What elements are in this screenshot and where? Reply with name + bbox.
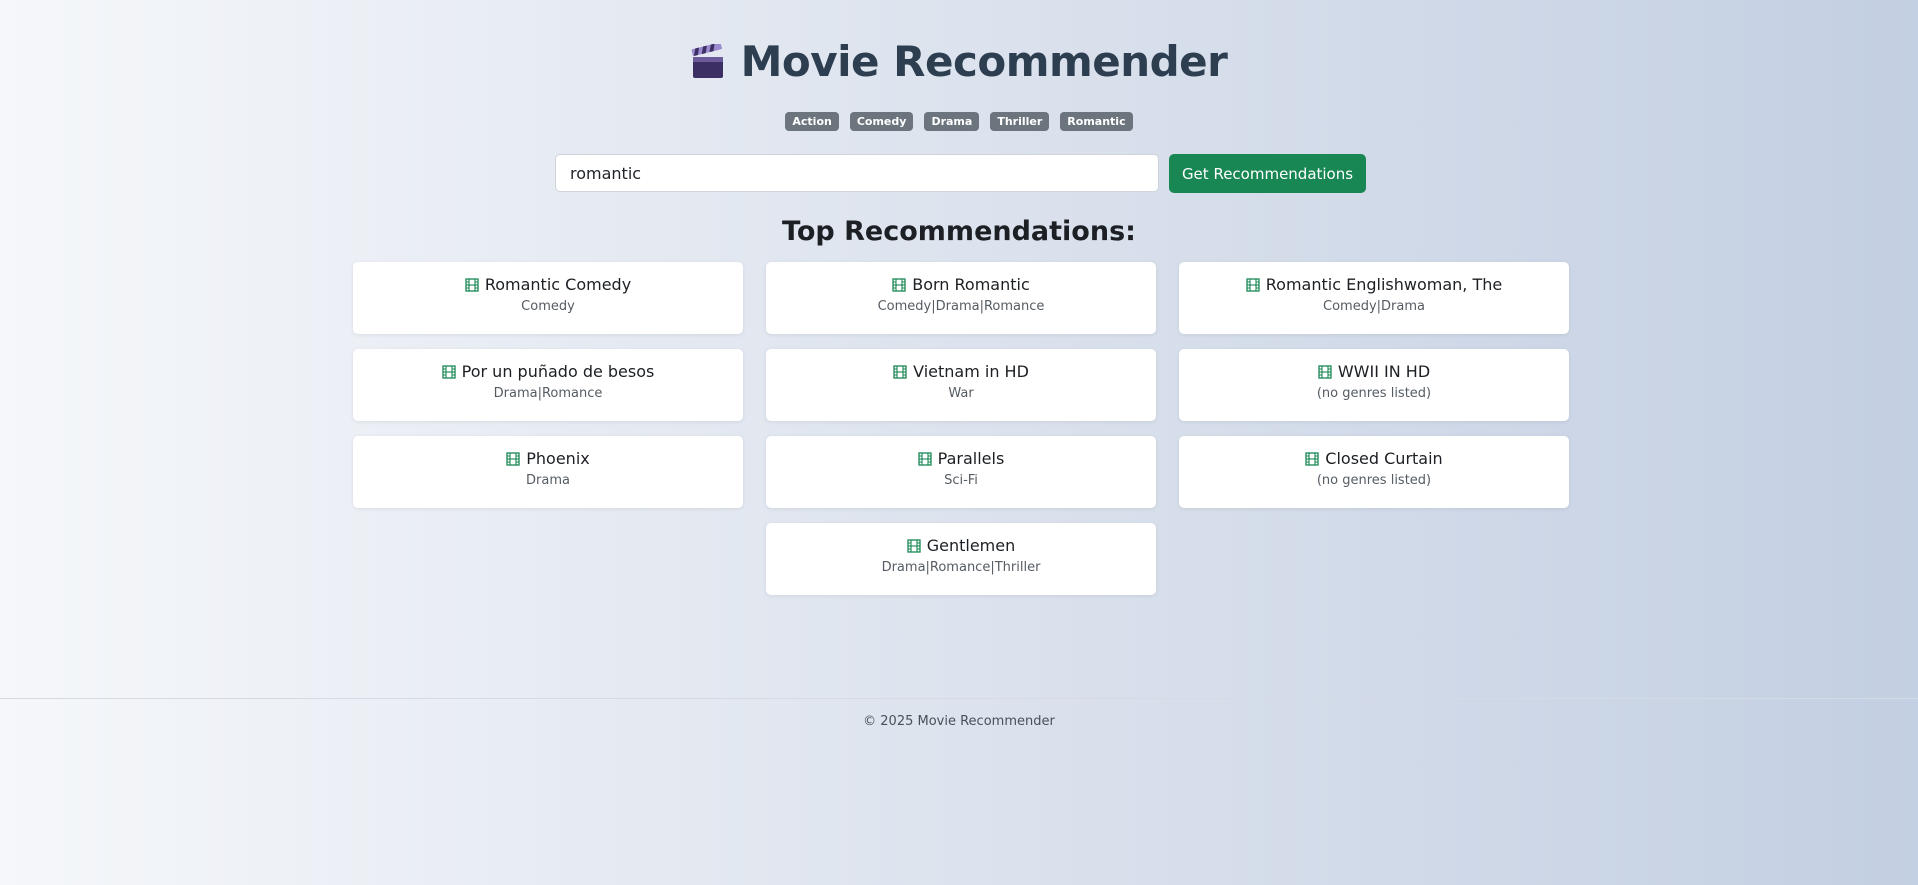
tag-comedy[interactable]: Comedy	[849, 112, 914, 131]
recommendations-heading: Top Recommendations:	[782, 216, 1136, 247]
movie-card[interactable]: Phoenix Drama	[353, 436, 743, 508]
movie-title-row: Born Romantic	[892, 274, 1030, 296]
movie-card[interactable]: Gentlemen Drama|Romance|Thriller	[766, 523, 1156, 595]
movie-genres: Comedy|Drama|Romance	[877, 299, 1045, 314]
movie-genres: Comedy	[521, 299, 575, 314]
movie-card[interactable]: Por un puñado de besos Drama|Romance	[353, 349, 743, 421]
movie-title-row: Gentlemen	[907, 535, 1016, 557]
footer-copyright: © 2025 Movie Recommender	[863, 714, 1055, 729]
search-form: Get Recommendations	[555, 154, 1366, 193]
tag-romantic[interactable]: Romantic	[1060, 112, 1133, 131]
movie-title: Romantic Comedy	[484, 275, 632, 294]
movie-title: Parallels	[937, 449, 1005, 468]
movie-title-row: Romantic Comedy	[465, 274, 631, 296]
film-icon	[892, 278, 906, 292]
film-icon	[506, 452, 520, 466]
page-header: Movie Recommender	[0, 36, 1918, 88]
film-icon	[441, 365, 456, 379]
movie-genres: War	[948, 386, 974, 401]
movie-title: Born Romantic	[912, 275, 1030, 294]
movie-title-row: Por un puñado de besos	[441, 361, 655, 383]
movie-card[interactable]: Vietnam in HD War	[766, 349, 1156, 421]
footer-divider	[0, 698, 1918, 699]
film-icon	[1246, 278, 1260, 292]
movie-title-row: Closed Curtain	[1305, 448, 1443, 470]
movie-genres: Sci-Fi	[944, 473, 978, 488]
movie-title-row: Phoenix	[506, 448, 590, 470]
film-icon	[918, 452, 932, 466]
movie-title-row: WWII IN HD	[1318, 361, 1430, 383]
get-recommendations-button[interactable]: Get Recommendations	[1169, 154, 1366, 193]
movie-title-row: Parallels	[918, 448, 1005, 470]
movie-genres: Drama	[526, 473, 570, 488]
app-title-text: Movie Recommender	[740, 37, 1228, 86]
tag-drama[interactable]: Drama	[924, 112, 980, 131]
film-icon	[1318, 365, 1332, 379]
page-title: Movie Recommender	[691, 36, 1228, 88]
film-icon	[907, 539, 921, 553]
recommendations-grid: Romantic Comedy Comedy Born Romantic Com…	[353, 262, 1569, 595]
movie-title: WWII IN HD	[1337, 362, 1431, 381]
movie-title: Phoenix	[526, 449, 590, 468]
movie-genres: (no genres listed)	[1316, 473, 1432, 488]
movie-title-row: Romantic Englishwoman, The	[1246, 274, 1502, 296]
movie-genres: Drama|Romance|Thriller	[881, 560, 1041, 575]
search-input[interactable]	[555, 154, 1159, 192]
movie-title: Romantic Englishwoman, The	[1265, 275, 1503, 294]
movie-title: Por un puñado de besos	[461, 362, 655, 381]
film-icon	[465, 278, 479, 292]
tag-action[interactable]: Action	[785, 112, 839, 131]
movie-card[interactable]: Romantic Englishwoman, The Comedy|Drama	[1179, 262, 1569, 334]
movie-genres: (no genres listed)	[1316, 386, 1432, 401]
movie-card[interactable]: Born Romantic Comedy|Drama|Romance	[766, 262, 1156, 334]
movie-title: Vietnam in HD	[913, 362, 1029, 381]
movie-title: Gentlemen	[926, 536, 1016, 555]
movie-genres: Drama|Romance	[493, 386, 603, 401]
genre-tag-list: Action Comedy Drama Thriller Romantic	[0, 112, 1918, 131]
film-icon	[1305, 452, 1319, 466]
movie-genres: Comedy|Drama	[1323, 299, 1425, 314]
tag-thriller[interactable]: Thriller	[990, 112, 1050, 131]
movie-card[interactable]: Closed Curtain (no genres listed)	[1179, 436, 1569, 508]
movie-title: Closed Curtain	[1325, 449, 1443, 468]
clapper-board-icon	[691, 44, 723, 78]
movie-card[interactable]: Romantic Comedy Comedy	[353, 262, 743, 334]
film-icon	[893, 365, 907, 379]
movie-card[interactable]: WWII IN HD (no genres listed)	[1179, 349, 1569, 421]
movie-title-row: Vietnam in HD	[893, 361, 1029, 383]
movie-card[interactable]: Parallels Sci-Fi	[766, 436, 1156, 508]
